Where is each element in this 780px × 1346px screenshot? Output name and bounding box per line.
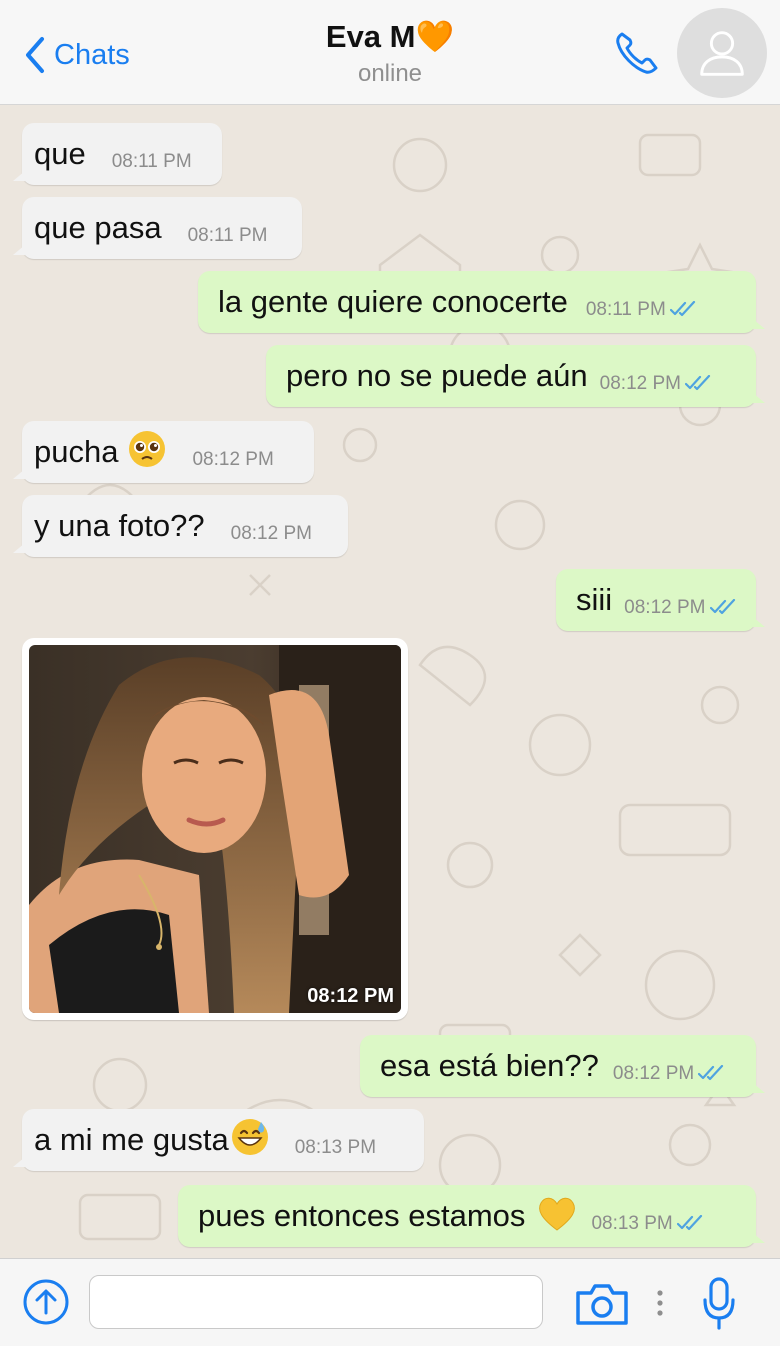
message-time: 08:12 PM xyxy=(230,523,312,544)
message-in[interactable]: a mi me gusta 08:13 PM xyxy=(13,1109,424,1171)
double-check-icon xyxy=(669,301,695,317)
message-text: pucha xyxy=(34,434,119,469)
user-avatar-icon xyxy=(700,31,744,76)
message-out[interactable]: esa está bien?? 08:12 PM xyxy=(360,1035,765,1097)
message-out[interactable]: la gente quiere conocerte 08:11 PM xyxy=(198,271,765,333)
message-time: 08:12 PM xyxy=(612,1063,695,1084)
message-time: 08:12 PM xyxy=(599,373,681,394)
microphone-icon[interactable] xyxy=(701,1276,737,1330)
yellow-heart-emoji xyxy=(539,1197,576,1231)
message-time: 08:11 PM xyxy=(111,151,192,172)
double-check-icon xyxy=(684,375,711,391)
message-text: la gente quiere conocerte xyxy=(218,284,568,319)
message-text: que xyxy=(34,136,86,171)
photo-time: 08:12 PM xyxy=(307,985,394,1007)
contact-name-text: Eva M xyxy=(325,19,416,54)
chat-header: Chats Eva M🧡 online xyxy=(0,0,780,105)
message-out[interactable]: siii 08:12 PM xyxy=(556,569,765,631)
message-time: 08:11 PM xyxy=(585,299,666,320)
message-time: 08:12 PM xyxy=(624,597,706,618)
message-text: pues entonces estamos xyxy=(198,1198,526,1233)
message-time: 08:13 PM xyxy=(294,1137,377,1158)
double-check-icon xyxy=(676,1215,702,1231)
chat-area[interactable]: que 08:11 PM que pasa 08:11 PM la gente … xyxy=(0,105,780,1258)
message-out[interactable]: pues entonces estamos 08:13 PM xyxy=(178,1185,765,1247)
message-time: 08:11 PM xyxy=(187,225,268,246)
message-in[interactable]: pucha 08:12 PM xyxy=(13,421,314,483)
contact-name[interactable]: Eva M🧡 xyxy=(0,18,780,55)
grinning-sweat-emoji xyxy=(231,1119,268,1155)
orange-heart-emoji: 🧡 xyxy=(415,19,455,54)
message-input[interactable] xyxy=(89,1275,543,1329)
message-text: pero no se puede aún xyxy=(286,358,588,393)
message-text: a mi me gusta xyxy=(34,1122,229,1157)
photo-image[interactable] xyxy=(29,645,401,1013)
phone-icon[interactable] xyxy=(612,28,662,78)
contact-status: online xyxy=(357,60,423,87)
message-in[interactable]: y una foto?? 08:12 PM xyxy=(13,495,348,557)
message-time: 08:13 PM xyxy=(591,1213,673,1234)
message-time: 08:12 PM xyxy=(192,449,274,470)
message-text: esa está bien?? xyxy=(380,1048,599,1083)
contact-avatar[interactable] xyxy=(677,8,767,98)
message-text: siii xyxy=(576,582,613,617)
message-text: que pasa xyxy=(34,210,162,245)
portrait-photo xyxy=(29,645,401,1013)
photo-message[interactable]: 08:12 PM xyxy=(22,638,408,1020)
camera-icon[interactable] xyxy=(574,1281,630,1327)
pleading-face-emoji xyxy=(129,431,166,467)
message-in[interactable]: que 08:11 PM xyxy=(13,123,222,185)
message-input-bar xyxy=(0,1258,780,1346)
message-in[interactable]: que pasa 08:11 PM xyxy=(13,197,302,259)
double-check-icon xyxy=(709,599,735,615)
double-check-icon xyxy=(698,1065,724,1081)
message-text: y una foto?? xyxy=(34,508,205,543)
more-dots-icon[interactable] xyxy=(655,1287,665,1323)
upload-arrow-icon[interactable] xyxy=(22,1278,70,1326)
message-out[interactable]: pero no se puede aún 08:12 PM xyxy=(266,345,765,407)
